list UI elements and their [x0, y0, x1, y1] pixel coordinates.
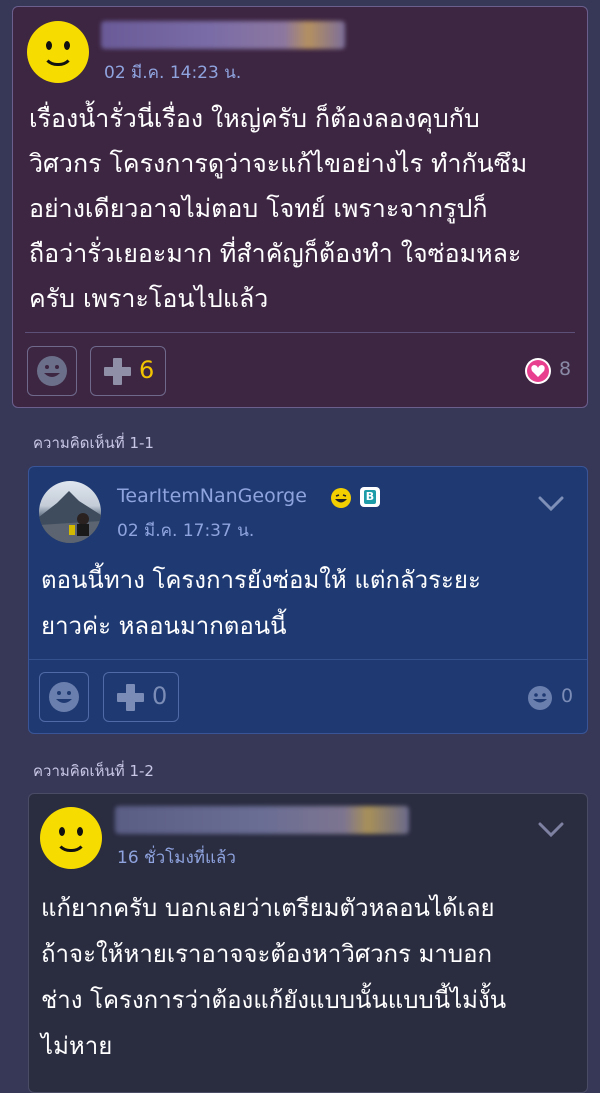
plus-button[interactable]: 6	[90, 346, 166, 396]
comment-line: เรื่องน้ำรั่วนี่เรื่อง ใหญ่ครับ ก็ต้องลอ…	[29, 104, 480, 133]
reply-line: ยาวค่ะ หลอนมากตอนนี้	[41, 612, 287, 640]
reply-label: ความคิดเห็นที่ 1-1	[33, 434, 154, 452]
comment-line: ถือว่ารั่วเยอะมาก ที่สำคัญก็ต้องทำ ใจซ่อ…	[29, 239, 522, 268]
reply-card: 16 ชั่วโมงที่แล้ว แก้ยากครับ บอกเลยว่าเต…	[28, 793, 588, 1093]
chevron-down-icon[interactable]	[538, 496, 564, 512]
blurred-username[interactable]	[101, 21, 345, 49]
emotion-count: 0	[561, 685, 574, 707]
comment-time: 02 มี.ค. 14:23 น.	[104, 63, 242, 83]
reply-line: ถ้าจะให้หายเราอาจจะต้องหาวิศวกร มาบอก	[41, 940, 493, 968]
laughing-emoji-icon	[331, 488, 351, 508]
heart-reaction-icon[interactable]	[524, 357, 552, 385]
plus-icon	[117, 684, 144, 711]
reply-line: แก้ยากครับ บอกเลยว่าเตรียมตัวหลอนได้เลย	[41, 894, 495, 922]
comment-line: ครับ เพราะโอนไปแล้ว	[29, 284, 269, 313]
chevron-down-icon[interactable]	[538, 822, 564, 838]
reply-time: 02 มี.ค. 17:37 น.	[117, 521, 255, 541]
emotion-icon	[49, 682, 79, 712]
reply-body: แก้ยากครับ บอกเลยว่าเตรียมตัวหลอนได้เลย …	[41, 885, 506, 1069]
plus-icon	[104, 358, 131, 385]
divider	[29, 659, 587, 660]
plus-count: 6	[139, 356, 155, 384]
comment-line: อย่างเดียวอาจไม่ตอบ โจทย์ เพราะจากรูปก็	[29, 194, 488, 223]
reply-line: ไม่หาย	[41, 1032, 113, 1060]
reply-label: ความคิดเห็นที่ 1-2	[33, 762, 154, 780]
comment-line: วิศวกร โครงการดูว่าจะแก้ไขอย่างไร ทำกันซ…	[29, 149, 528, 178]
reply-card: TearItemNanGeorge B 02 มี.ค. 17:37 น. ตอ…	[28, 466, 588, 734]
emotion-button[interactable]	[39, 672, 89, 722]
comment-body: เรื่องน้ำรั่วนี่เรื่อง ใหญ่ครับ ก็ต้องลอ…	[29, 96, 527, 321]
emotion-count: 8	[559, 358, 572, 380]
user-avatar[interactable]	[39, 481, 101, 543]
smiley-avatar-icon[interactable]	[40, 807, 102, 869]
divider	[25, 332, 575, 333]
reply-body: ตอนนี้ทาง โครงการยังซ่อมให้ แต่กลัวระยะ …	[41, 557, 481, 649]
emotion-button[interactable]	[27, 346, 77, 396]
reply-username[interactable]: TearItemNanGeorge	[117, 485, 307, 507]
main-comment-card: 02 มี.ค. 14:23 น. เรื่องน้ำรั่วนี่เรื่อง…	[12, 6, 588, 408]
plus-button[interactable]: 0	[103, 672, 179, 722]
plus-count: 0	[152, 682, 168, 710]
emotion-icon	[37, 356, 67, 386]
member-badge-icon: B	[360, 487, 380, 507]
reply-line: ช่าง โครงการว่าต้องแก้ยังแบบนั้นแบบนี้ไม…	[41, 986, 507, 1014]
emotion-reaction-icon[interactable]	[527, 685, 553, 711]
reply-time: 16 ชั่วโมงที่แล้ว	[117, 848, 236, 868]
reply-line: ตอนนี้ทาง โครงการยังซ่อมให้ แต่กลัวระยะ	[41, 566, 481, 594]
smiley-avatar-icon[interactable]	[27, 21, 89, 83]
blurred-username[interactable]	[115, 806, 409, 834]
